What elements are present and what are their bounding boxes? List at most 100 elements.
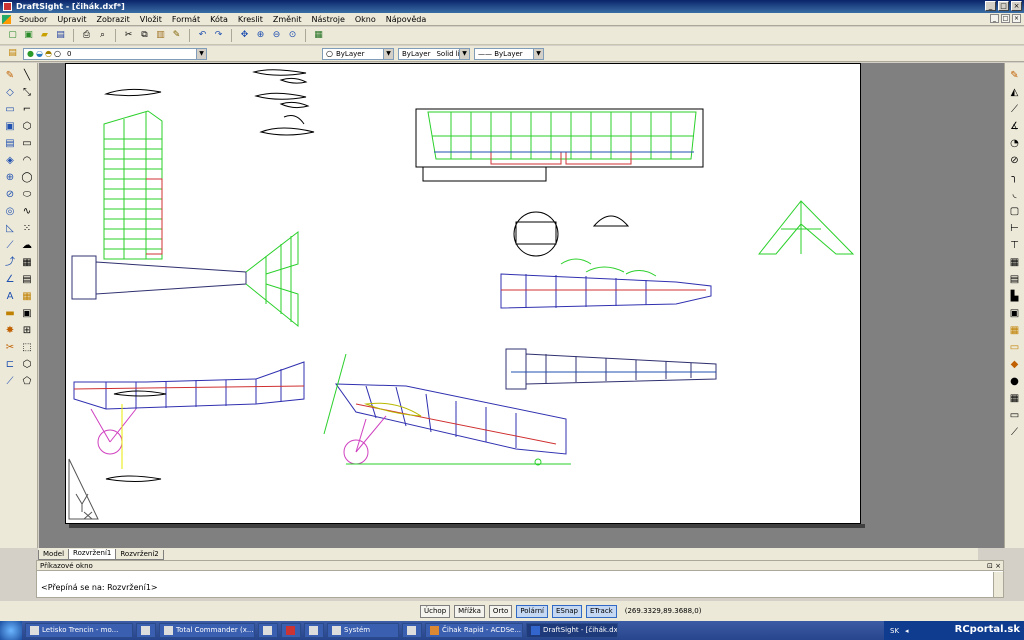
shape-icon[interactable]: ⬠ (20, 375, 34, 388)
lineweight-select[interactable]: —— ByLayer ▼ (474, 47, 544, 60)
rotate-icon[interactable]: ⊕ (3, 171, 17, 184)
dimension-icon[interactable]: ⟋ (1008, 103, 1022, 116)
circle-icon[interactable]: ◯ (20, 171, 34, 184)
mirror-triangle-icon[interactable]: ◭ (1008, 86, 1022, 99)
leader-icon[interactable]: ⟋ (1008, 426, 1022, 439)
start-button[interactable] (0, 621, 22, 640)
menu-kota[interactable]: Kóta (205, 15, 233, 24)
line-icon[interactable]: ╲ (20, 69, 34, 82)
offset-icon[interactable]: ▣ (3, 120, 17, 133)
menu-soubor[interactable]: Soubor (14, 15, 52, 24)
ellipse-icon[interactable]: ⬭ (20, 188, 34, 201)
chevron-down-icon[interactable]: ▼ (533, 48, 543, 59)
polyline-icon[interactable]: ⌐ (20, 103, 34, 116)
properties-icon[interactable]: ▦ (312, 29, 325, 42)
revision-cloud-icon[interactable]: ☁ (20, 239, 34, 252)
maximize-button[interactable]: □ (998, 1, 1009, 11)
radius-icon[interactable]: ◔ (1008, 137, 1022, 150)
minimize-button[interactable]: _ (985, 1, 996, 11)
menu-upravit[interactable]: Upravit (52, 15, 91, 24)
etrack-toggle[interactable]: ETrack (586, 604, 617, 618)
close-icon[interactable]: ⊡ × (987, 561, 1001, 571)
task-draftsight[interactable]: DraftSight - [čihák.dx... (526, 623, 618, 638)
region-icon[interactable]: ▤ (20, 273, 34, 286)
zoom-window-icon[interactable]: ⊕ (254, 29, 267, 42)
table-grid-icon[interactable]: ▤ (1008, 273, 1022, 286)
attribute-icon[interactable]: ▭ (1008, 341, 1022, 354)
chevron-down-icon[interactable]: ▼ (383, 48, 393, 59)
image-icon[interactable]: ▣ (20, 307, 34, 320)
ruler-icon[interactable]: ⟋ (3, 375, 17, 388)
diameter-icon[interactable]: ⊘ (1008, 154, 1022, 167)
linestyle-select[interactable]: ByLayer Solid line ▼ (398, 47, 470, 60)
grid-icon[interactable]: ▦ (1008, 256, 1022, 269)
language-indicator[interactable]: SK (890, 627, 899, 635)
ortho-toggle[interactable]: Orto (488, 604, 513, 618)
menu-kreslit[interactable]: Kreslit (233, 15, 268, 24)
command-scrollbar[interactable] (993, 572, 1003, 597)
dashed-box-icon[interactable]: ⬚ (20, 341, 34, 354)
arc-icon[interactable]: ◠ (20, 154, 34, 167)
task-icon-4[interactable] (258, 623, 278, 638)
menu-vlozit[interactable]: Vložit (135, 15, 167, 24)
pan-icon[interactable]: ✥ (238, 29, 251, 42)
brush-icon[interactable]: ◆ (1008, 358, 1022, 371)
task-icon-6[interactable] (304, 623, 324, 638)
save-icon[interactable]: ▤ (54, 29, 67, 42)
redo-icon[interactable]: ↷ (212, 29, 225, 42)
menu-napoveda[interactable]: Nápověda (381, 15, 432, 24)
stretch-icon[interactable]: ◎ (3, 205, 17, 218)
undo-icon[interactable]: ↶ (196, 29, 209, 42)
picture-icon[interactable]: ▣ (1008, 307, 1022, 320)
fillet-icon[interactable]: ╮ (1008, 171, 1022, 184)
doc-minimize-button[interactable]: _ (990, 14, 999, 23)
chamfer-icon[interactable]: ∠ (3, 273, 17, 286)
esnap-toggle[interactable]: ESnap (551, 604, 582, 618)
tab-rozvrzeni2[interactable]: Rozvržení2 (115, 550, 164, 560)
task-system[interactable]: Systém (327, 623, 399, 638)
baseline-icon[interactable]: ⊢ (1008, 222, 1022, 235)
task-acdsee[interactable]: Čihak Rapid - ACDSe... (425, 623, 523, 638)
paste-icon[interactable]: ▥ (154, 29, 167, 42)
block-icon[interactable]: ▦ (1008, 324, 1022, 337)
infinite-line-icon[interactable]: ⤡ (20, 86, 34, 99)
menu-okno[interactable]: Okno (350, 15, 381, 24)
pattern-icon[interactable]: ▤ (3, 137, 17, 150)
note-icon[interactable]: ▭ (1008, 409, 1022, 422)
trim-icon[interactable]: ◺ (3, 222, 17, 235)
tray-icon[interactable]: ◂ (905, 627, 909, 635)
point-icon[interactable]: ⁙ (20, 222, 34, 235)
scale-icon[interactable]: ⊘ (3, 188, 17, 201)
new-file-icon[interactable]: ▢ (6, 29, 19, 42)
tolerance-icon[interactable]: ▢ (1008, 205, 1022, 218)
arc-dimension-icon[interactable]: ◟ (1008, 188, 1022, 201)
match-properties-icon[interactable]: ✎ (170, 29, 183, 42)
chart-icon[interactable]: ▙ (1008, 290, 1022, 303)
edit-icon[interactable]: ✂ (3, 341, 17, 354)
ordinate-icon[interactable]: ⊤ (1008, 239, 1022, 252)
break-icon[interactable]: ⤴ (3, 256, 17, 269)
document-icon[interactable] (2, 14, 11, 24)
menu-format[interactable]: Formát (167, 15, 205, 24)
menu-zmenit[interactable]: Změnit (268, 15, 307, 24)
hatch-icon[interactable]: ▦ (20, 256, 34, 269)
color-select[interactable]: ○ ByLayer ▼ (322, 47, 394, 60)
insert-block-icon[interactable]: ▬ (3, 307, 17, 320)
task-icon-8[interactable] (402, 623, 422, 638)
drawing-area[interactable] (39, 63, 978, 548)
layout-paper[interactable] (65, 63, 861, 524)
table-icon[interactable]: ▦ (20, 290, 34, 303)
measure-icon[interactable]: ⊏ (3, 358, 17, 371)
tab-model[interactable]: Model (38, 550, 70, 560)
chevron-down-icon[interactable]: ▼ (196, 48, 206, 59)
erase-icon[interactable]: ✎ (3, 69, 17, 82)
zoom-extents-icon[interactable]: ⊙ (286, 29, 299, 42)
close-button[interactable]: × (1011, 1, 1022, 11)
text-icon[interactable]: A (3, 290, 17, 303)
tab-rozvrzeni1[interactable]: Rozvržení1 (68, 549, 117, 560)
insert-icon[interactable]: ▦ (1008, 392, 1022, 405)
drop-icon[interactable]: ● (1008, 375, 1022, 388)
menu-zobrazit[interactable]: Zobrazit (92, 15, 135, 24)
rectangle-icon[interactable]: ▭ (20, 137, 34, 150)
eraser-icon[interactable]: ✎ (1008, 69, 1022, 82)
